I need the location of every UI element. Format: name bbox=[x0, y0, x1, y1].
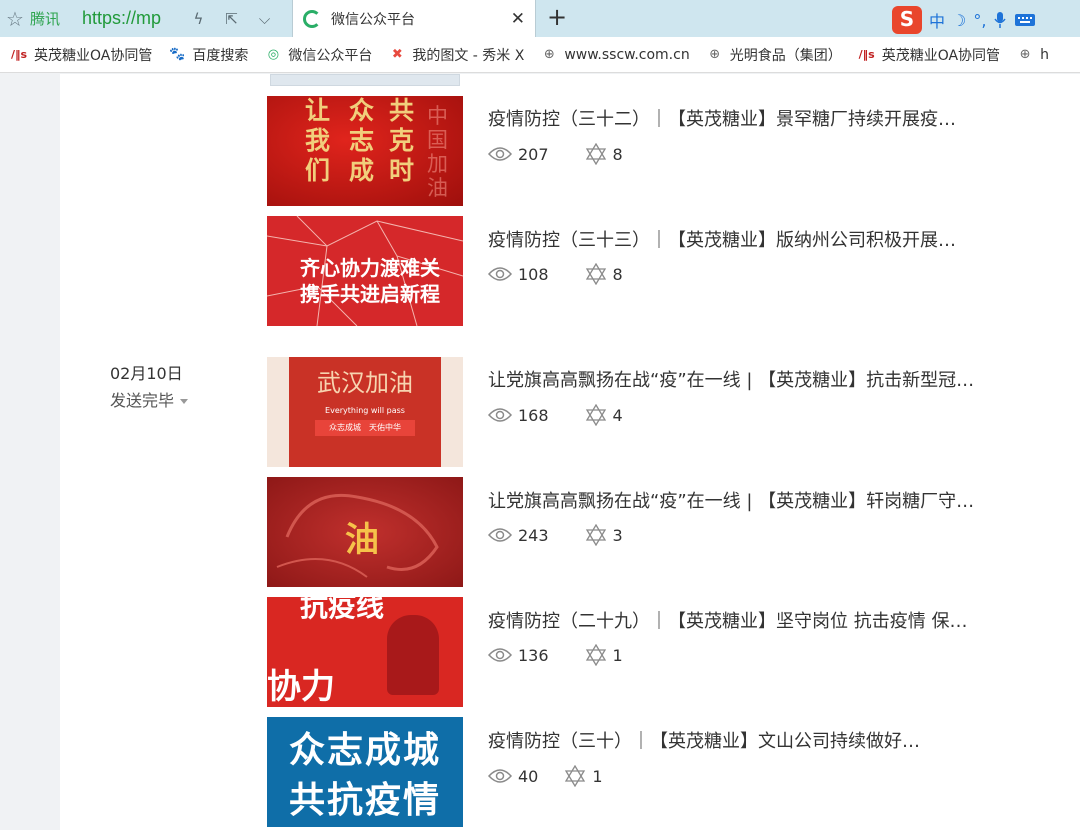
globe-icon: ⊕ bbox=[543, 47, 555, 62]
star-of-david-icon bbox=[585, 644, 606, 666]
browser-tab-bar: ☆ 腾讯 https://mp ϟ ⇱ ⌵ 微信公众平台 ✕ + S 中 ☽ °… bbox=[0, 0, 1080, 37]
article-stats: 243 3 bbox=[488, 524, 659, 546]
view-count: 108 bbox=[518, 264, 549, 284]
tab-wechat-platform[interactable]: 微信公众平台 ✕ bbox=[292, 0, 536, 37]
like-count: 3 bbox=[612, 525, 623, 545]
eye-icon bbox=[488, 267, 512, 281]
article-thumbnail[interactable]: 让我们 众志成 共克时 中国加油 bbox=[267, 96, 463, 206]
punctuation-icon[interactable]: °, bbox=[973, 11, 986, 30]
article-stats: 168 4 bbox=[488, 404, 659, 426]
fist-graphic bbox=[387, 615, 439, 695]
bookmark-star-icon[interactable]: ☆ bbox=[0, 7, 30, 31]
article-thumbnail[interactable]: 武汉加油 Everything will pass 众志成城 天佑中华 bbox=[267, 357, 463, 467]
globe-icon: ⊕ bbox=[709, 47, 721, 62]
star-of-david-icon bbox=[585, 404, 606, 426]
star-of-david-icon bbox=[585, 263, 606, 285]
oa-logo-icon: /‖s bbox=[10, 48, 28, 61]
share-icon[interactable]: ⇱ bbox=[215, 10, 248, 28]
bookmark-baidu[interactable]: 🐾 百度搜索 bbox=[168, 45, 248, 65]
bookmark-xiumi[interactable]: ✖ 我的图文 - 秀米 X bbox=[388, 45, 524, 65]
wechat-icon: ◎ bbox=[267, 47, 280, 62]
like-count: 4 bbox=[612, 405, 623, 425]
eye-icon bbox=[488, 147, 512, 161]
ime-lang-toggle[interactable]: 中 bbox=[929, 8, 945, 32]
article-thumbnail[interactable]: 抗疫线 协力 bbox=[267, 597, 463, 707]
article-title-link[interactable]: 疫情防控（二十九）｜【英茂糖业】坚守岗位 抗击疫情 保… bbox=[488, 607, 1018, 633]
eye-icon bbox=[488, 769, 512, 783]
view-count: 168 bbox=[518, 405, 549, 425]
bookmark-oa-2[interactable]: /‖s 英茂糖业OA协同管 bbox=[858, 45, 1000, 65]
article-stats: 207 8 bbox=[488, 143, 659, 165]
article-title-link[interactable]: 疫情防控（三十三）｜【英茂糖业】版纳州公司积极开展… bbox=[488, 226, 1018, 252]
view-count: 136 bbox=[518, 645, 549, 665]
like-count: 8 bbox=[612, 264, 623, 284]
article-title-link[interactable]: 让党旗高高飘扬在战“疫”在一线 | 【英茂糖业】抗击新型冠… bbox=[488, 366, 1018, 392]
moon-icon[interactable]: ☽ bbox=[952, 11, 966, 30]
eye-icon bbox=[488, 408, 512, 422]
sogou-logo-icon[interactable]: S bbox=[892, 6, 922, 34]
star-of-david-icon bbox=[565, 765, 586, 787]
eye-icon bbox=[488, 528, 512, 542]
article-thumbnail[interactable]: 众志成城 共抗疫情 bbox=[267, 717, 463, 827]
view-count: 40 bbox=[518, 766, 539, 786]
article-stats: 108 8 bbox=[488, 263, 659, 285]
caret-down-icon bbox=[180, 399, 189, 404]
tab-title: 微信公众平台 bbox=[331, 11, 415, 28]
oa-logo-icon: /‖s bbox=[858, 48, 875, 61]
bookmark-bright-food[interactable]: ⊕ 光明食品（集团） bbox=[706, 45, 841, 65]
brand-label: 腾讯 bbox=[30, 10, 61, 28]
send-status-dropdown[interactable]: 发送完毕 bbox=[110, 387, 189, 411]
send-date: 02月10日 bbox=[110, 364, 183, 383]
article-title-link[interactable]: 疫情防控（三十二）｜【英茂糖业】景罕糖厂持续开展疫… bbox=[488, 105, 1018, 131]
bookmark-wechat[interactable]: ◎ 微信公众平台 bbox=[264, 45, 373, 65]
close-icon[interactable]: ✕ bbox=[511, 9, 525, 29]
like-count: 8 bbox=[612, 144, 623, 164]
like-count: 1 bbox=[612, 645, 623, 665]
new-tab-button[interactable]: + bbox=[547, 3, 567, 31]
star-of-david-icon bbox=[585, 524, 606, 546]
star-of-david-icon bbox=[585, 143, 606, 165]
bookmark-oa-1[interactable]: /‖s 英茂糖业OA协同管 bbox=[10, 45, 152, 65]
view-count: 243 bbox=[518, 525, 549, 545]
view-count: 207 bbox=[518, 144, 549, 164]
bookmarks-bar: /‖s 英茂糖业OA协同管 🐾 百度搜索 ◎ 微信公众平台 ✖ 我的图文 - 秀米 X … bbox=[0, 37, 1080, 73]
address-bar[interactable]: https://mp bbox=[82, 8, 182, 29]
keyboard-icon[interactable] bbox=[1014, 12, 1036, 28]
lightning-icon[interactable]: ϟ bbox=[182, 10, 215, 28]
microphone-icon[interactable] bbox=[993, 11, 1007, 29]
article-list-panel bbox=[60, 74, 1080, 830]
xiumi-icon: ✖ bbox=[391, 47, 403, 62]
article-stats: 136 1 bbox=[488, 644, 659, 666]
article-title-link[interactable]: 让党旗高高飘扬在战“疫”在一线 | 【英茂糖业】轩岗糖厂守… bbox=[488, 487, 1018, 513]
cropped-thumbnail bbox=[270, 74, 460, 86]
article-stats: 40 1 bbox=[488, 765, 639, 787]
like-count: 1 bbox=[592, 766, 603, 786]
globe-icon: ⊕ bbox=[1019, 47, 1031, 62]
chevron-down-icon[interactable]: ⌵ bbox=[248, 10, 281, 28]
address-area: ☆ 腾讯 https://mp ϟ ⇱ ⌵ bbox=[0, 0, 292, 37]
article-thumbnail[interactable]: 齐心协力渡难关 携手共进启新程 bbox=[267, 216, 463, 326]
eye-icon bbox=[488, 648, 512, 662]
wechat-icon bbox=[303, 9, 321, 28]
article-title-link[interactable]: 疫情防控（三十）｜【英茂糖业】文山公司持续做好… bbox=[488, 727, 1018, 753]
baidu-paw-icon: 🐾 bbox=[169, 47, 186, 62]
bookmark-h[interactable]: ⊕ h bbox=[1016, 46, 1049, 64]
ime-toolbar: S 中 ☽ °, bbox=[892, 6, 1036, 34]
bookmark-sscw[interactable]: ⊕ www.sscw.com.cn bbox=[540, 46, 690, 64]
article-thumbnail[interactable]: 油 bbox=[267, 477, 463, 587]
